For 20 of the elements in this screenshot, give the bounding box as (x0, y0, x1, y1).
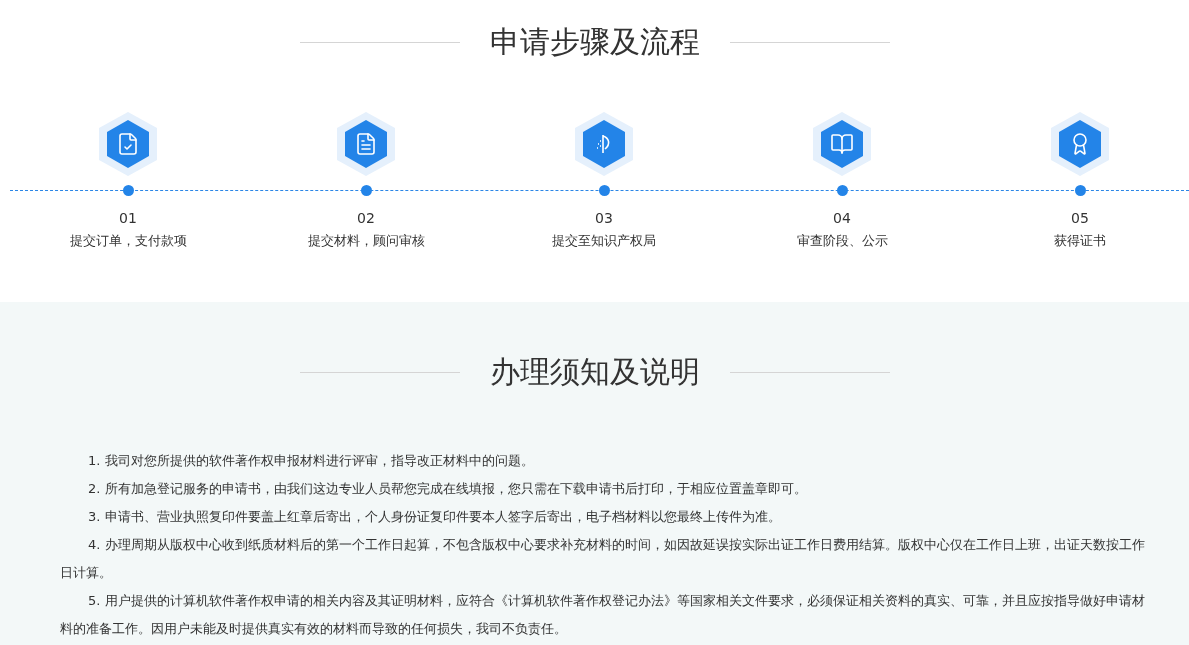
note-paragraph: 1. 我司对您所提供的软件著作权申报材料进行评审，指导改正材料中的问题。 (87, 452, 535, 470)
document-icon (354, 132, 378, 156)
step-number: 02 (357, 209, 375, 227)
note-paragraph: 5. 用户提供的计算机软件著作权申请的相关内容及其证明材料，应符合《计算机软件著作权登记办法》等国家相关文件要求，必须保证相关资料的真实、可靠，并且应按指导做好申请材料的准备工作。因用户未能及时提供真实有效的材料而导致的任何损失，我司不负责任。 (60, 592, 1146, 638)
step-label: 获得证书 (1054, 232, 1106, 250)
step-label: 提交材料，顾问审核 (307, 232, 425, 250)
step-number: 04 (833, 209, 851, 227)
document-check-icon (116, 132, 140, 156)
step-number: 03 (595, 209, 613, 227)
step-label: 提交至知识产权局 (552, 232, 656, 250)
note-paragraph: 3. 申请书、营业执照复印件要盖上红章后寄出，个人身份证复印件要本人签字后寄出，电子档材料以您最终上传件为准。 (87, 508, 782, 526)
note-paragraph: 4. 办理周期从版权中心收到纸质材料后的第一个工作日起算，不包含版权中心要求补充材料的时间，如因故延误按实际出证工作日费用结算。版权中心仅在工作日上班，出证天数按工作日计算。 (60, 536, 1146, 582)
section-title: 申请步骤及流程 (489, 23, 700, 61)
section-title: 办理须知及说明 (489, 353, 700, 391)
book-icon (830, 132, 854, 156)
note-paragraph: 2. 所有加急登记服务的申请书，由我们这边专业人员帮您完成在线填报，您只需在下载申请书后打印，于相应位置盖章即可。 (87, 480, 808, 498)
step-number: 01 (119, 209, 137, 227)
step-label: 提交订单，支付款项 (69, 232, 187, 250)
step-number: 05 (1071, 209, 1089, 227)
step-label: 审查阶段、公示 (796, 232, 888, 250)
